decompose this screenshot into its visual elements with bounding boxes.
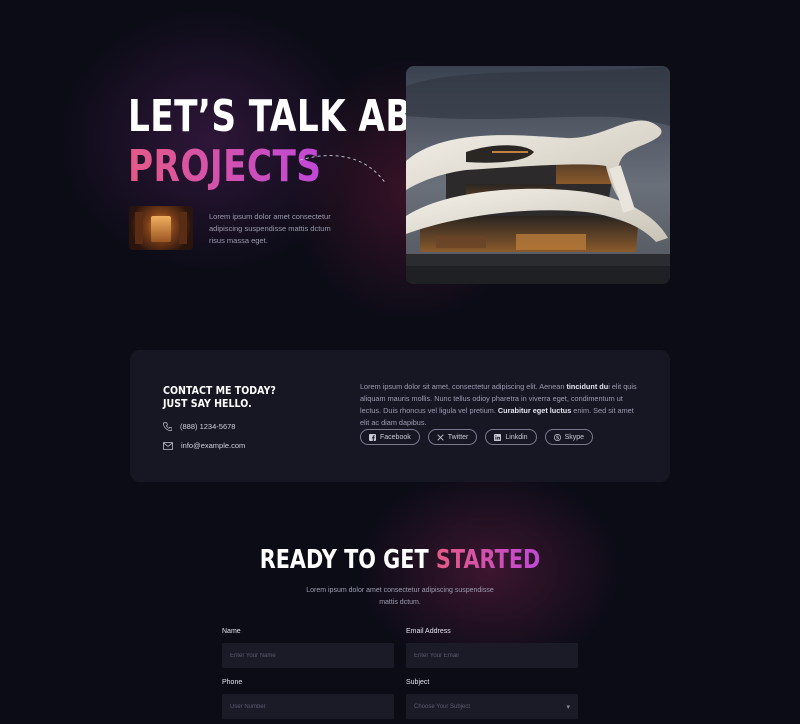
building-illustration (406, 66, 670, 284)
dashed-arrow-icon (299, 155, 387, 185)
page: LET’S TALK ABOUT PROJECTS Lorem ipsum do… (0, 0, 800, 724)
contact-heading-line2: JUST SAY HELLO. (163, 397, 252, 410)
title-gradient: STARTED (435, 545, 541, 575)
about-part-bold: Curabitur eget luctus (497, 406, 572, 415)
phone-input[interactable] (222, 694, 394, 719)
linkedin-button[interactable]: Linkdin (485, 429, 537, 445)
about-part-bold: tincidunt du (566, 382, 609, 391)
subject-select[interactable]: Choose Your Subject ▾ (406, 694, 578, 719)
chevron-down-icon: ▾ (566, 703, 570, 711)
phone-icon (163, 422, 172, 431)
skype-icon (553, 433, 561, 441)
hero-title-line2: PROJECTS (128, 141, 322, 192)
contact-heading-line1: CONTACT ME TODAY? (163, 384, 276, 397)
x-twitter-icon (437, 433, 444, 441)
contact-about-text: Lorem ipsum dolor sit amet, consectetur … (360, 381, 642, 429)
hero-description: Lorem ipsum dolor amet consectetur adipi… (209, 212, 331, 245)
form-section-title: READY TO GET STARTED (260, 545, 541, 575)
facebook-icon (369, 433, 376, 441)
twitter-button[interactable]: Twitter (427, 429, 478, 445)
subject-selected-value: Choose Your Subject (414, 703, 471, 710)
name-label: Name (222, 628, 241, 635)
project-thumbnail[interactable] (129, 206, 193, 250)
skype-label: Skype (564, 433, 585, 441)
name-input[interactable] (222, 643, 394, 668)
title-white: READY TO GET (259, 545, 436, 575)
facebook-label: Facebook (380, 433, 411, 441)
linkedin-label: Linkdin (505, 433, 528, 441)
contact-email[interactable]: info@example.com (163, 441, 245, 450)
hero-building-image (406, 66, 670, 284)
about-part: Lorem ipsum dolor sit amet, consectetur … (360, 382, 567, 391)
mail-icon (163, 441, 173, 450)
twitter-label: Twitter (447, 433, 469, 441)
contact-phone-text: (888) 1234-5678 (180, 422, 236, 431)
email-label: Email Address (406, 628, 451, 635)
contact-email-text: info@example.com (181, 441, 246, 450)
email-input[interactable] (406, 643, 578, 668)
linkedin-icon (494, 433, 502, 441)
skype-button[interactable]: Skype (544, 429, 594, 445)
contact-phone[interactable]: (888) 1234-5678 (163, 422, 235, 431)
phone-label: Phone (222, 679, 243, 686)
subject-label: Subject (406, 679, 430, 686)
social-links: Facebook Twitter Linkdin Skype (360, 429, 594, 445)
contact-heading: CONTACT ME TODAY? JUST SAY HELLO. (163, 384, 276, 410)
form-section-subtitle: Lorem ipsum dolor amet consectetur adipi… (306, 587, 494, 606)
facebook-button[interactable]: Facebook (360, 429, 420, 445)
